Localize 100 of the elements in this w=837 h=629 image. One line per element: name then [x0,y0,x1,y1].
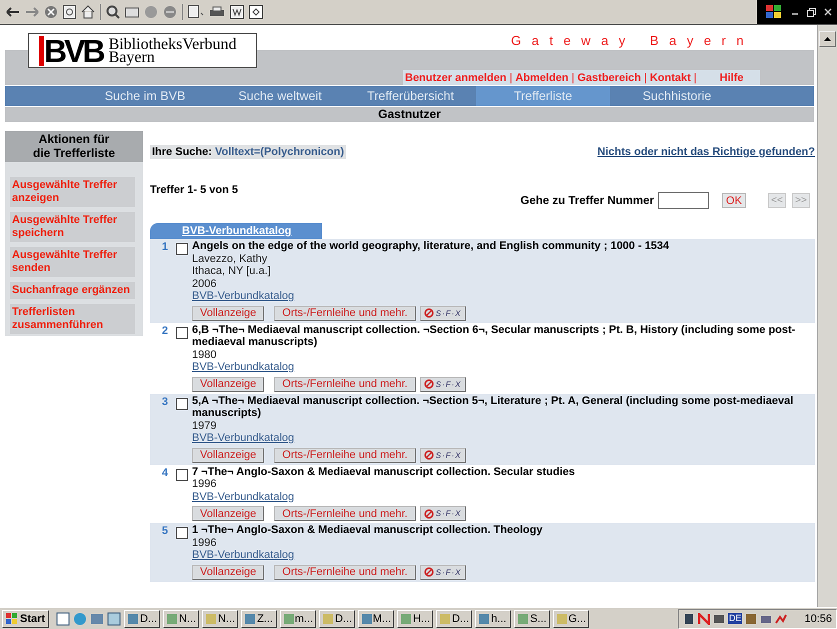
result-button[interactable]: Vollanzeige [192,506,264,521]
back-icon[interactable] [6,7,20,17]
sfx-button[interactable]: S·F·X [420,448,466,462]
user-link[interactable]: Benutzer anmelden [405,72,506,84]
separator: | [694,72,697,84]
taskbar-button[interactable]: D... [436,610,472,628]
checkbox[interactable] [176,243,188,255]
result-title[interactable]: 7 ¬The¬ Anglo-Saxon & Mediaeval manuscript collection. Secular studies [192,466,805,478]
taskbar-button[interactable]: N... [202,610,238,628]
nav-tab[interactable]: Suchhistorie [610,86,744,106]
result-button[interactable]: Orts-/Fernleihe und mehr. [274,448,416,462]
taskbar-button[interactable]: N... [163,610,200,628]
taskbar-button[interactable]: Z... [241,610,278,628]
checkbox[interactable] [176,468,188,480]
result-number: 4 [160,466,168,480]
stop-icon[interactable] [44,5,58,19]
goto-input[interactable] [658,192,709,209]
windows-logo-icon [765,4,783,20]
sidebar-action[interactable]: Ausgewählte Treffer senden [10,247,135,277]
taskbar-button[interactable]: h... [475,610,512,628]
result-button[interactable]: Orts-/Fernleihe und mehr. [274,376,416,392]
result-button[interactable]: Orts-/Fernleihe und mehr. [274,506,416,521]
language-indicator[interactable]: DE [728,613,742,624]
user-link[interactable]: Hilfe [720,72,744,84]
application-icon [400,612,412,624]
result-title[interactable]: 1 ¬The¬ Anglo-Saxon & Mediaeval manuscript collection. Theology [192,524,805,536]
window-icon[interactable] [249,5,263,19]
separator: | [644,72,647,84]
sfx-logo-icon [424,567,434,577]
result-button[interactable]: Vollanzeige [192,564,264,580]
result-button[interactable]: Vollanzeige [192,448,264,462]
result-title[interactable]: Angels on the edge of the world geography, literature, and English community ; 1000 - 1534 [192,240,805,252]
clock: 10:56 [804,612,832,624]
taskbar-button[interactable]: H... [397,610,434,628]
source-link[interactable]: BVB-Verbundkatalog [192,290,294,302]
taskbar-button[interactable]: m... [280,610,316,628]
sidebar-action[interactable]: Trefferlisten zusammenführen [10,304,135,334]
scroll-up-icon[interactable] [819,31,836,47]
tray-icon[interactable] [712,612,725,624]
source-link[interactable]: BVB-Verbundkatalog [192,432,294,444]
printer-icon[interactable] [209,6,225,18]
tray-icon[interactable] [682,612,695,624]
sfx-button[interactable]: S·F·X [420,306,466,320]
help-link[interactable]: Nichts oder nicht das Richtige gefunden? [597,146,815,158]
result-button[interactable]: Orts-/Fernleihe und mehr. [274,306,416,320]
sfx-button[interactable]: S·F·X [420,376,466,392]
nav-tab[interactable]: Suche weltweit [215,86,345,106]
application-icon [439,612,451,624]
user-link[interactable]: Gastbereich [577,72,641,84]
application-icon [127,612,139,624]
sidebar-action[interactable]: Ausgewählte Treffer speichern [10,212,135,242]
source-link[interactable]: BVB-Verbundkatalog [192,361,294,374]
document-icon[interactable] [230,5,244,19]
scrollbar[interactable] [817,25,837,607]
quick-launch-icon[interactable] [107,612,122,626]
application-icon [556,612,568,624]
checkbox[interactable] [176,326,188,338]
application-icon [322,612,334,624]
quick-launch-icon[interactable] [56,612,70,626]
source-link[interactable]: BVB-Verbundkatalog [192,490,294,503]
taskbar-button[interactable]: D... [124,610,160,628]
source-link[interactable]: BVB-Verbundkatalog [192,549,294,562]
taskbar-button[interactable]: S... [514,610,550,628]
tray-icon[interactable] [745,612,758,624]
ok-button[interactable]: OK [722,193,746,208]
sfx-logo-icon [424,308,434,318]
home-icon[interactable] [81,5,95,19]
tray-icon[interactable] [775,612,788,624]
goto-label: Gehe zu Treffer Nummer [520,194,654,206]
application-icon [283,612,294,624]
catalog-tab[interactable]: BVB-Verbundkatalog [150,223,322,239]
close-icon[interactable] [824,8,832,16]
sfx-button[interactable]: S·F·X [420,564,466,580]
result-button[interactable]: Vollanzeige [192,376,264,392]
search-icon[interactable] [106,5,120,19]
separator: | [572,72,574,84]
sidebar-action[interactable]: Ausgewählte Treffer anzeigen [10,177,135,207]
tray-icon[interactable] [698,612,710,624]
taskbar-button[interactable]: G... [553,610,590,628]
nav-tab[interactable]: Suche im BVB [75,86,215,106]
sfx-button[interactable]: S·F·X [420,506,466,521]
start-button[interactable]: Start [2,610,50,628]
result-title[interactable]: 5,A ¬The¬ Mediaeval manuscript collection. ¬Section 5¬, Literature ; Pt. A, General (including some post-mediaeval manuscripts) [192,394,805,420]
result-number: 5 [160,524,168,539]
site-title: Gateway Bayern [511,33,754,50]
result-title[interactable]: 6,B ¬The¬ Mediaeval manuscript collection. ¬Section 6¬, Secular manuscripts ; Pt. B, History (including some post-mediaeval manuscripts) [192,324,805,348]
nav-tab[interactable]: Trefferübersicht [345,86,476,106]
taskbar-button[interactable]: D... [319,610,356,628]
result-button[interactable]: Vollanzeige [192,306,264,320]
sidebar-action[interactable]: Suchanfrage ergänzen [10,282,135,299]
sfx-logo-icon [424,379,434,389]
restore-icon[interactable] [807,8,816,16]
user-link[interactable]: Abmelden [515,72,569,84]
taskbar-button[interactable]: M... [358,610,394,628]
user-link[interactable]: Kontakt [650,72,691,84]
application-icon [166,612,178,624]
application-icon [517,612,530,624]
checkbox[interactable] [176,398,188,410]
checkbox[interactable] [176,527,188,539]
result-button[interactable]: Orts-/Fernleihe und mehr. [274,564,416,580]
